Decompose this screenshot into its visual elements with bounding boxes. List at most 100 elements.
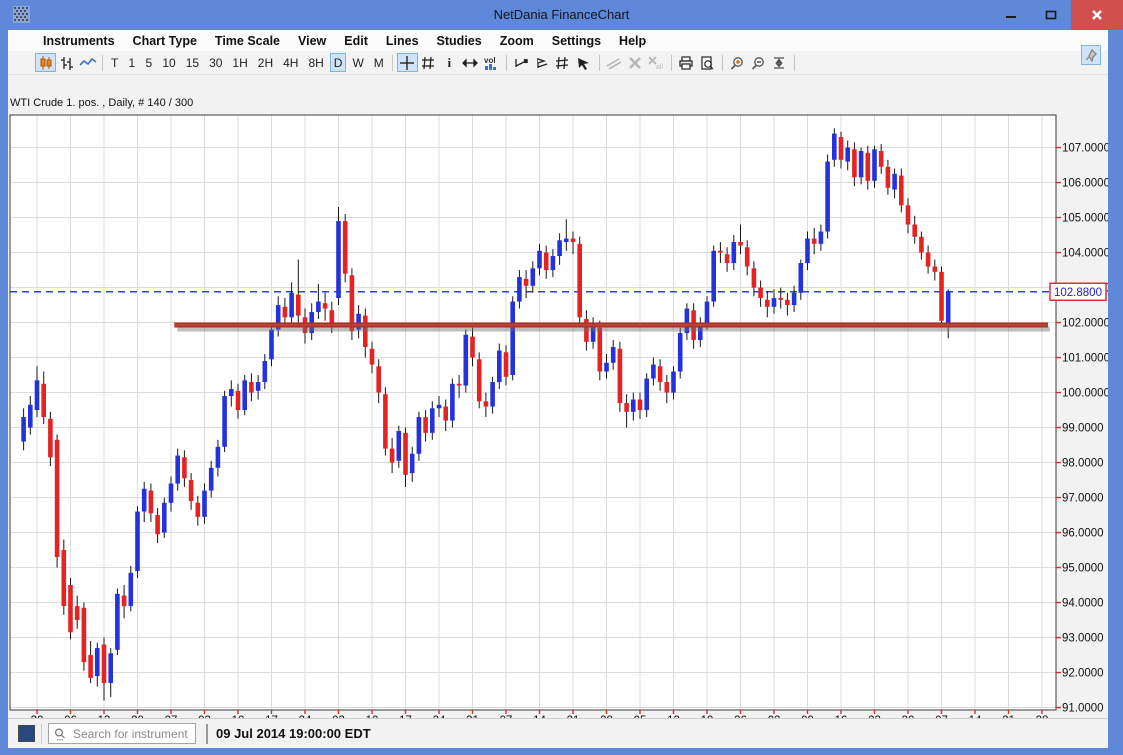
- candle-59: [417, 412, 422, 461]
- zoom-in-button[interactable]: [727, 53, 748, 72]
- pointer-tool-button[interactable]: [574, 53, 595, 72]
- timeframe-1h-button[interactable]: 1H: [228, 53, 251, 72]
- close-button[interactable]: [1071, 0, 1123, 30]
- candle-47: [336, 207, 341, 305]
- menu-item-chart-type[interactable]: Chart Type: [124, 34, 206, 48]
- menu-item-zoom[interactable]: Zoom: [491, 34, 543, 48]
- fit-vertical-icon: [771, 55, 787, 71]
- y-axis-label: 105.0000: [1062, 213, 1108, 225]
- candle-66: [464, 330, 469, 393]
- candle-5: [55, 435, 60, 568]
- timeframe-t-button[interactable]: T: [107, 53, 122, 72]
- menu-item-settings[interactable]: Settings: [543, 34, 610, 48]
- crosshair-icon: [399, 55, 415, 71]
- timeframe-5-button[interactable]: 5: [141, 53, 156, 72]
- y-axis-label: 100.0000: [1062, 388, 1108, 400]
- svg-text:vol: vol: [484, 56, 496, 65]
- candle-17: [135, 506, 140, 578]
- horizontal-scroll-button[interactable]: [460, 53, 481, 72]
- search-icon: [53, 727, 67, 741]
- timeframe-d-button[interactable]: D: [330, 53, 347, 72]
- timeframe-w-button[interactable]: W: [348, 53, 367, 72]
- candle-54: [383, 387, 388, 455]
- timeframe-m-button[interactable]: M: [370, 53, 388, 72]
- y-axis-label: 106.0000: [1062, 178, 1108, 190]
- instrument-label: WTI Crude 1. pos. , Daily, # 140 / 300: [10, 97, 193, 109]
- y-axis-label: 94.0000: [1062, 598, 1104, 610]
- toolbar-separator: [506, 55, 507, 71]
- parallel-channel-tool-button[interactable]: [553, 53, 574, 72]
- fit-vertical-button[interactable]: [769, 53, 790, 72]
- print-preview-icon: [699, 55, 715, 71]
- menu-item-studies[interactable]: Studies: [428, 34, 491, 48]
- timeframe-30-button[interactable]: 30: [205, 53, 226, 72]
- y-axis-label: 98.0000: [1062, 458, 1104, 470]
- toolbar-separator: [671, 55, 672, 71]
- candle-68: [477, 352, 482, 408]
- zoom-out-icon: [750, 55, 766, 71]
- toolbar-separator: [722, 55, 723, 71]
- candle-137: [939, 267, 944, 325]
- ohlc-bars-chart-type-button[interactable]: [56, 53, 77, 72]
- print-button[interactable]: [676, 53, 697, 72]
- minimize-icon: [1005, 9, 1017, 21]
- minimize-button[interactable]: [991, 0, 1031, 30]
- menu-item-lines[interactable]: Lines: [377, 34, 428, 48]
- maximize-button[interactable]: [1031, 0, 1071, 30]
- toolbar-separator: [392, 55, 393, 71]
- delete-all-icon: all: [647, 55, 666, 71]
- candlestick-icon: [38, 55, 54, 71]
- timeframe-10-button[interactable]: 10: [158, 53, 179, 72]
- y-axis-label: 107.0000: [1062, 143, 1108, 155]
- y-axis-label: 96.0000: [1062, 528, 1104, 540]
- candlestick-chart[interactable]: 107.0000106.0000105.0000104.0000103.0000…: [8, 110, 1108, 748]
- timeframe-4h-button[interactable]: 4H: [279, 53, 302, 72]
- info-button[interactable]: i: [439, 53, 460, 72]
- line-chart-icon: [79, 55, 97, 71]
- candle-83: [577, 237, 582, 326]
- zoom-in-icon: [729, 55, 745, 71]
- timeframe-8h-button[interactable]: 8H: [304, 53, 327, 72]
- menu-bar: InstrumentsChart TypeTime ScaleViewEditL…: [8, 30, 1108, 51]
- zoom-out-button[interactable]: [748, 53, 769, 72]
- line-chart-type-button[interactable]: [77, 53, 98, 72]
- toolbar-separator: [102, 55, 103, 71]
- menu-item-edit[interactable]: Edit: [335, 34, 377, 48]
- timeframe-15-button[interactable]: 15: [182, 53, 203, 72]
- candle-73: [510, 296, 515, 380]
- printer-icon: [678, 55, 694, 71]
- window-border-bottom: [8, 748, 1108, 755]
- window-border-right[interactable]: [1108, 30, 1123, 755]
- delete-study-button[interactable]: [625, 53, 646, 72]
- timeframe-2h-button[interactable]: 2H: [254, 53, 277, 72]
- trendline-tool-button[interactable]: [511, 53, 532, 72]
- search-box[interactable]: [48, 723, 196, 744]
- candle-120: [825, 155, 830, 239]
- volume-button[interactable]: vol: [481, 53, 502, 72]
- y-axis-label: 104.0000: [1062, 248, 1108, 260]
- remove-line-button[interactable]: [604, 53, 625, 72]
- y-axis-label: 93.0000: [1062, 633, 1104, 645]
- status-bar: 09 Jul 2014 19:00:00 EDT: [8, 718, 1108, 748]
- trendline-flag-tool-button[interactable]: [532, 53, 553, 72]
- menu-item-view[interactable]: View: [289, 34, 335, 48]
- grid-button[interactable]: [418, 53, 439, 72]
- timeframe-1-button[interactable]: 1: [124, 53, 139, 72]
- menu-item-instruments[interactable]: Instruments: [34, 34, 124, 48]
- close-icon: [1091, 9, 1103, 21]
- search-input[interactable]: [71, 726, 191, 742]
- y-axis-label: 101.0000: [1062, 353, 1108, 365]
- crosshair-button[interactable]: [397, 53, 418, 72]
- delete-all-studies-button[interactable]: all: [646, 53, 667, 72]
- pin-panel-button[interactable]: [1081, 45, 1101, 65]
- toolbar-separator: [794, 55, 795, 71]
- menu-item-help[interactable]: Help: [610, 34, 655, 48]
- candlestick-chart-type-button[interactable]: [35, 53, 56, 72]
- print-preview-button[interactable]: [697, 53, 718, 72]
- instrument-list-button[interactable]: [18, 725, 35, 742]
- candle-33: [242, 375, 247, 415]
- y-axis-label: 99.0000: [1062, 423, 1104, 435]
- candle-21: [162, 498, 167, 538]
- menu-item-time-scale[interactable]: Time Scale: [206, 34, 289, 48]
- pushpin-icon: [1084, 48, 1098, 62]
